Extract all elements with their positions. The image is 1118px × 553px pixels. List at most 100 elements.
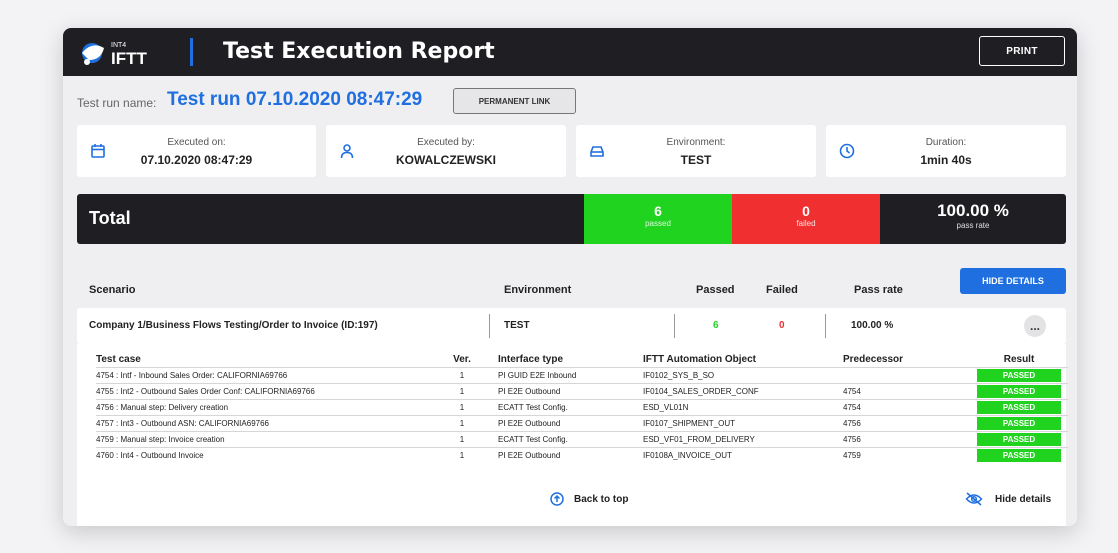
pass-rate-summary: 100.00 % pass rate [880, 194, 1066, 244]
version-header: Ver. [453, 354, 471, 365]
result-badge: PASSED [977, 369, 1061, 382]
interface-type-cell: PI E2E Outbound [498, 415, 643, 432]
executed-by-value: KOWALCZEWSKI [396, 153, 496, 167]
result-badge: PASSED [977, 401, 1061, 414]
test-case-cell: 4756 : Manual step: Delivery creation [96, 399, 426, 416]
divider [825, 314, 826, 338]
pass-rate-header: Pass rate [854, 284, 903, 296]
test-case-cell: 4754 : Intf - Inbound Sales Order: CALIF… [96, 367, 426, 384]
passed-summary: 6 passed [584, 194, 732, 244]
scenario-header: Scenario [89, 284, 136, 296]
hide-details-link[interactable]: Hide details [965, 492, 1051, 506]
predecessor-cell [843, 367, 970, 384]
more-options-button[interactable]: ... [1024, 315, 1046, 337]
executed-on-card: Executed on: 07.10.2020 08:47:29 [77, 125, 316, 177]
predecessor-cell: 4754 [843, 399, 970, 416]
predecessor-cell: 4756 [843, 415, 970, 432]
predecessor-cell: 4756 [843, 431, 970, 448]
version-cell: 1 [426, 383, 498, 400]
table-row: 4754 : Intf - Inbound Sales Order: CALIF… [96, 367, 1068, 384]
result-badge: PASSED [977, 433, 1061, 446]
version-cell: 1 [426, 447, 498, 464]
eye-off-icon [965, 492, 983, 506]
passed-header: Passed [696, 284, 735, 296]
table-row: 4756 : Manual step: Delivery creation 1 … [96, 399, 1068, 416]
automation-object-cell: IF0104_SALES_ORDER_CONF [643, 383, 843, 400]
logo-text: IFTT [111, 49, 147, 68]
total-label: Total [89, 208, 131, 228]
interface-type-cell: PI E2E Outbound [498, 447, 643, 464]
test-run-name: Test run 07.10.2020 08:47:29 [167, 89, 423, 110]
executed-by-label: Executed by: [417, 137, 475, 148]
executed-on-label: Executed on: [167, 137, 226, 148]
automation-object-cell: ESD_VF01_FROM_DELIVERY [643, 431, 843, 448]
interface-type-header: Interface type [498, 354, 564, 365]
pass-rate-value: 100.00 % [937, 201, 1009, 220]
iftt-logo: INT4 IFTT [82, 42, 147, 68]
scenario-failed: 0 [779, 320, 785, 331]
scenario-passed: 6 [713, 320, 719, 331]
executed-on-value: 07.10.2020 08:47:29 [140, 153, 253, 167]
logo-divider [190, 38, 193, 66]
pass-rate-label: pass rate [956, 221, 990, 230]
result-header: Result [1003, 354, 1035, 365]
scenario-pass-rate: 100.00 % [851, 320, 894, 331]
back-to-top-link[interactable]: Back to top [550, 492, 628, 506]
result-badge: PASSED [977, 385, 1061, 398]
failed-summary: 0 failed [732, 194, 880, 244]
test-case-cell: 4759 : Manual step: Invoice creation [96, 431, 426, 448]
version-cell: 1 [426, 399, 498, 416]
executed-by-card: Executed by: KOWALCZEWSKI [326, 125, 566, 177]
result-badge: PASSED [977, 417, 1061, 430]
failed-header: Failed [766, 284, 798, 296]
automation-object-cell: IF0108A_INVOICE_OUT [643, 447, 843, 464]
logo-sup: INT4 [111, 42, 126, 49]
divider [674, 314, 675, 338]
interface-type-cell: PI GUID E2E Inbound [498, 367, 643, 384]
automation-object-cell: ESD_VL01N [643, 399, 843, 416]
automation-object-header: IFTT Automation Object [643, 354, 756, 365]
version-cell: 1 [426, 431, 498, 448]
hide-details-button[interactable]: HIDE DETAILS [960, 268, 1066, 294]
back-to-top-label: Back to top [574, 493, 629, 505]
predecessor-header: Predecessor [843, 354, 904, 365]
report-card: INT4 IFTT Test Execution Report PRINT Te… [63, 28, 1077, 526]
passed-label: passed [645, 219, 671, 228]
table-row: 4760 : Int4 - Outbound Invoice 1 PI E2E … [96, 447, 1068, 464]
test-run-name-label: Test run name: [77, 96, 157, 110]
test-case-cell: 4755 : Int2 - Outbound Sales Order Conf:… [96, 383, 426, 400]
test-case-cell: 4757 : Int3 - Outbound ASN: CALIFORNIA69… [96, 415, 426, 432]
environment-label: Environment: [666, 137, 726, 148]
total-summary-bar: Total 6 passed 0 failed 100.00 % pass ra… [77, 194, 1066, 244]
version-cell: 1 [426, 367, 498, 384]
duration-value: 1min 40s [920, 153, 972, 167]
predecessor-cell: 4754 [843, 383, 970, 400]
result-badge: PASSED [977, 449, 1061, 463]
automation-object-cell: IF0107_SHIPMENT_OUT [643, 415, 843, 432]
top-bar: INT4 IFTT Test Execution Report PRINT [63, 28, 1077, 76]
divider [489, 314, 490, 338]
page-title: Test Execution Report [223, 39, 495, 64]
hide-details-label: Hide details [995, 493, 1052, 505]
test-case-table: Test case Ver. Interface type IFTT Autom… [96, 354, 1068, 464]
interface-type-cell: PI E2E Outbound [498, 383, 643, 400]
passed-count: 6 [654, 203, 662, 219]
environment-header: Environment [504, 284, 572, 296]
test-case-cell: 4760 : Int4 - Outbound Invoice [96, 447, 426, 464]
test-case-details: Test case Ver. Interface type IFTT Autom… [77, 344, 1068, 526]
version-cell: 1 [426, 415, 498, 432]
permanent-link-button[interactable]: PERMANENT LINK [453, 88, 576, 114]
interface-type-cell: ECATT Test Config. [498, 431, 643, 448]
table-row: 4759 : Manual step: Invoice creation 1 E… [96, 431, 1068, 448]
duration-card: Duration: 1min 40s [826, 125, 1066, 177]
interface-type-cell: ECATT Test Config. [498, 399, 643, 416]
scenario-row[interactable]: Company 1/Business Flows Testing/Order t… [77, 308, 1066, 344]
print-button[interactable]: PRINT [979, 36, 1065, 66]
predecessor-cell: 4759 [843, 447, 970, 464]
table-row: 4755 : Int2 - Outbound Sales Order Conf:… [96, 383, 1068, 400]
duration-label: Duration: [925, 137, 967, 148]
automation-object-cell: IF0102_SYS_B_SO [643, 367, 843, 384]
table-row: 4757 : Int3 - Outbound ASN: CALIFORNIA69… [96, 415, 1068, 432]
failed-label: failed [796, 219, 816, 228]
failed-count: 0 [802, 203, 810, 219]
